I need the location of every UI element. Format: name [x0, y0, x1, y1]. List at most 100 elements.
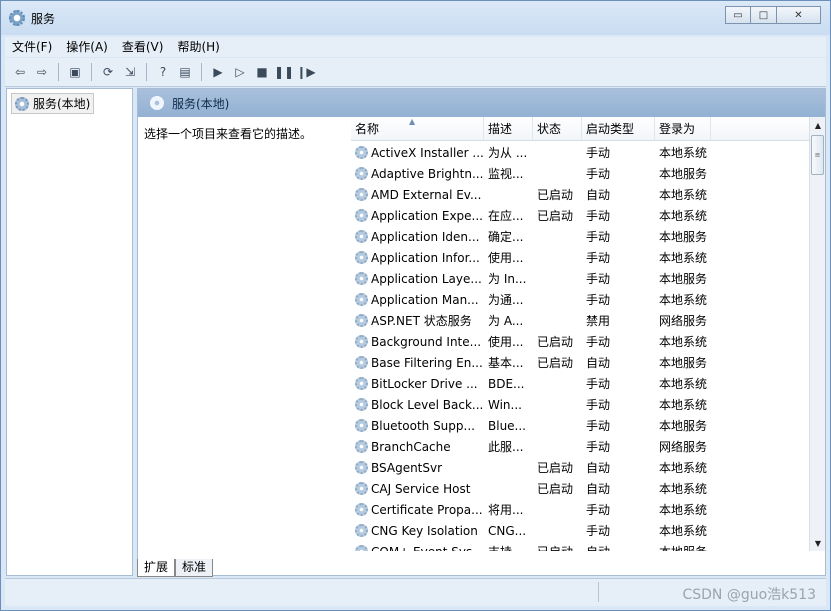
service-row[interactable]: CAJ Service Host 已启动 自动 本地系统 [351, 478, 809, 499]
help-icon[interactable]: ? [154, 63, 172, 81]
vertical-scrollbar[interactable]: ▲ ≡ ▼ [809, 117, 825, 551]
menu-action[interactable]: 操作(A) [59, 37, 115, 57]
forward-icon[interactable]: ⇨ [33, 63, 51, 81]
stop-icon[interactable]: ■ [253, 63, 271, 81]
service-icon [355, 335, 368, 348]
service-icon [355, 377, 368, 390]
service-icon [355, 398, 368, 411]
service-row[interactable]: CNG Key Isolation CNG... 手动 本地系统 [351, 520, 809, 541]
service-description: 为 In... [488, 272, 527, 286]
tab-standard[interactable]: 标准 [175, 559, 214, 577]
service-row[interactable]: ASP.NET 状态服务 为 A... 禁用 网络服务 [351, 310, 809, 331]
service-startup-type: 手动 [586, 524, 611, 538]
service-row[interactable]: Application Laye... 为 In... 手动 本地服务 [351, 268, 809, 289]
menu-view[interactable]: 查看(V) [115, 37, 171, 57]
column-description[interactable]: 描述 [484, 117, 533, 141]
service-name-text: Application Laye... [371, 271, 482, 286]
service-icon [355, 293, 368, 306]
maximize-button[interactable]: □ [751, 6, 777, 24]
service-row[interactable]: BitLocker Drive ... BDE... 手动 本地系统 [351, 373, 809, 394]
service-log-on-as: 本地服务 [655, 543, 711, 551]
back-icon[interactable]: ⇦ [11, 63, 29, 81]
minimize-button[interactable]: ▭ [725, 6, 751, 24]
pause-icon[interactable]: ❚❚ [274, 63, 294, 81]
start-icon[interactable]: ▶ [209, 63, 227, 81]
service-description: 基本... [488, 356, 524, 370]
scroll-down-icon[interactable]: ▼ [810, 535, 826, 551]
close-button[interactable]: ✕ [777, 6, 821, 24]
toolbar-separator [146, 63, 147, 81]
service-description: 为从 ... [488, 146, 528, 160]
service-name: ASP.NET 状态服务 [351, 312, 484, 329]
service-startup-type: 手动 [586, 440, 611, 454]
service-log-on-as: 本地系统 [659, 482, 708, 496]
column-name[interactable]: 名称 ▲ [351, 117, 484, 141]
export-list-icon[interactable]: ⇲ [121, 63, 139, 81]
service-row[interactable]: ActiveX Installer ... 为从 ... 手动 本地系统 [351, 142, 809, 163]
scroll-up-icon[interactable]: ▲ [810, 117, 826, 133]
service-row[interactable]: Base Filtering En... 基本... 已启动 自动 本地服务 [351, 352, 809, 373]
services-icon [15, 96, 29, 111]
service-row[interactable]: COM+ Event Sys...支持...已启动自动本地服务 [351, 541, 809, 551]
column-log-on-as[interactable]: 登录为 [655, 117, 711, 141]
service-log-on-as: 网络服务 [659, 314, 708, 328]
status-separator [598, 582, 599, 602]
service-log-on-as: 本地服务 [659, 230, 708, 244]
service-name-text: Bluetooth Supp... [371, 418, 475, 433]
tab-extended[interactable]: 扩展 [137, 559, 176, 577]
service-name-text: Application Iden... [371, 229, 480, 244]
title-bar: 服务 ▭ □ ✕ [1, 1, 830, 35]
service-row[interactable]: Background Inte... 使用... 已启动 手动 本地系统 [351, 331, 809, 352]
properties-icon[interactable]: ▤ [176, 63, 194, 81]
service-name: Base Filtering En... [351, 356, 484, 370]
column-startup-type[interactable]: 启动类型 [582, 117, 655, 141]
menu-help[interactable]: 帮助(H) [170, 37, 226, 57]
service-icon [355, 146, 368, 159]
service-name: Application Laye... [351, 272, 484, 286]
service-row[interactable]: Application Man... 为通... 手动 本地系统 [351, 289, 809, 310]
service-row[interactable]: Application Infor... 使用... 手动 本地系统 [351, 247, 809, 268]
tree-item-label: 服务(本地) [33, 97, 91, 111]
tree-item-services-local[interactable]: 服务(本地) [11, 93, 95, 114]
service-icon [355, 482, 368, 495]
service-log-on-as: 本地系统 [659, 335, 708, 349]
column-status[interactable]: 状态 [533, 117, 582, 141]
service-description: BDE... [488, 376, 525, 391]
service-row[interactable]: BSAgentSvr 已启动 自动 本地系统 [351, 457, 809, 478]
details-pane: 服务(本地) 选择一个项目来查看它的描述。 名称 ▲ 描述 状态 启动类型 登录为… [137, 88, 826, 576]
toolbar-separator [201, 63, 202, 81]
service-name: ActiveX Installer ... [351, 146, 484, 160]
scroll-thumb[interactable]: ≡ [811, 135, 824, 175]
service-row[interactable]: AMD External Ev... 已启动 自动 本地系统 [351, 184, 809, 205]
service-row[interactable]: Block Level Back... Win... 手动 本地系统 [351, 394, 809, 415]
service-status: 已启动 [537, 335, 574, 349]
service-row[interactable]: Application Iden... 确定... 手动 本地服务 [351, 226, 809, 247]
service-name: Application Man... [351, 293, 484, 307]
service-startup-type: 自动 [586, 356, 611, 370]
restart-icon[interactable]: ❙▶ [296, 63, 315, 81]
service-icon [355, 272, 368, 285]
service-name-text: Block Level Back... [371, 397, 484, 412]
service-log-on-as: 本地系统 [659, 377, 708, 391]
service-name-text: Application Man... [371, 292, 479, 307]
service-name-text: Application Expe... [371, 208, 483, 223]
column-header-row: 名称 ▲ 描述 状态 启动类型 登录为 [351, 117, 809, 141]
service-log-on-as: 本地系统 [659, 146, 708, 160]
service-row[interactable]: Certificate Propa... 将用... 手动 本地系统 [351, 499, 809, 520]
service-startup-type: 禁用 [586, 314, 611, 328]
service-icon [355, 545, 368, 551]
resume-icon[interactable]: ▷ [231, 63, 249, 81]
service-row[interactable]: Application Expe... 在应... 已启动 手动 本地系统 [351, 205, 809, 226]
service-name-text: ActiveX Installer ... [371, 145, 484, 160]
service-row[interactable]: BranchCache 此服... 手动 网络服务 [351, 436, 809, 457]
refresh-icon[interactable]: ⟳ [99, 63, 117, 81]
menu-file[interactable]: 文件(F) [5, 37, 59, 57]
service-name: AMD External Ev... [351, 188, 484, 202]
toolbar: ⇦ ⇨ ▣ ⟳ ⇲ ? ▤ ▶ ▷ ■ ❚❚ ❙▶ [5, 58, 826, 87]
service-startup-type: 手动 [586, 398, 611, 412]
service-row[interactable]: Adaptive Brightn... 监视... 手动 本地服务 [351, 163, 809, 184]
service-row[interactable]: Bluetooth Supp... Blue... 手动 本地服务 [351, 415, 809, 436]
services-list: 名称 ▲ 描述 状态 启动类型 登录为 ActiveX Installer ...… [351, 117, 825, 551]
show-hide-tree-icon[interactable]: ▣ [66, 63, 84, 81]
toolbar-separator [91, 63, 92, 81]
